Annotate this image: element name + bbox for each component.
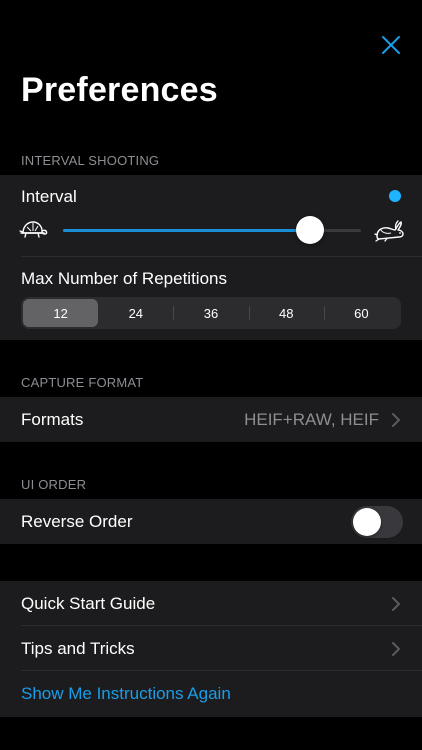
rabbit-icon [374,220,404,242]
interval-row: Interval [21,175,422,219]
show-instructions-row[interactable]: Show Me Instructions Again [21,671,422,717]
segment-48[interactable]: 48 [248,299,324,327]
formats-row[interactable]: Formats HEIF+RAW, HEIF [21,397,422,442]
max-repetitions-label: Max Number of Repetitions [21,269,227,288]
chevron-right-icon [392,596,400,611]
chevron-right-icon [392,641,400,656]
show-instructions-link[interactable]: Show Me Instructions Again [21,684,231,704]
reverse-order-toggle[interactable] [351,506,403,538]
close-button[interactable] [376,30,406,60]
interval-slider-fill [63,229,311,232]
formats-value: HEIF+RAW, HEIF [244,409,379,429]
interval-indicator-dot [389,190,401,202]
section-header-interval-shooting: INTERVAL SHOOTING [21,153,160,168]
quick-start-guide-row[interactable]: Quick Start Guide [21,581,422,626]
tips-and-tricks-row[interactable]: Tips and Tricks [21,626,422,671]
segment-60[interactable]: 60 [323,299,399,327]
segment-24[interactable]: 24 [98,299,173,327]
chevron-right-icon [392,412,400,427]
formats-label: Formats [21,409,84,429]
close-icon [382,36,400,54]
section-header-capture-format: CAPTURE FORMAT [21,375,144,390]
toggle-knob [353,508,381,536]
page-title: Preferences [21,71,218,109]
interval-label: Interval [21,187,77,206]
segment-36[interactable]: 36 [173,299,248,327]
turtle-icon [19,221,48,238]
repetitions-segmented-control[interactable]: 12 24 36 48 60 [21,297,401,329]
max-repetitions-row: Max Number of Repetitions [21,257,422,301]
quick-start-guide-label: Quick Start Guide [21,593,156,613]
segment-12[interactable]: 12 [23,299,99,327]
reverse-order-label: Reverse Order [21,511,133,531]
section-header-ui-order: UI ORDER [21,477,87,492]
tips-and-tricks-label: Tips and Tricks [21,638,135,658]
